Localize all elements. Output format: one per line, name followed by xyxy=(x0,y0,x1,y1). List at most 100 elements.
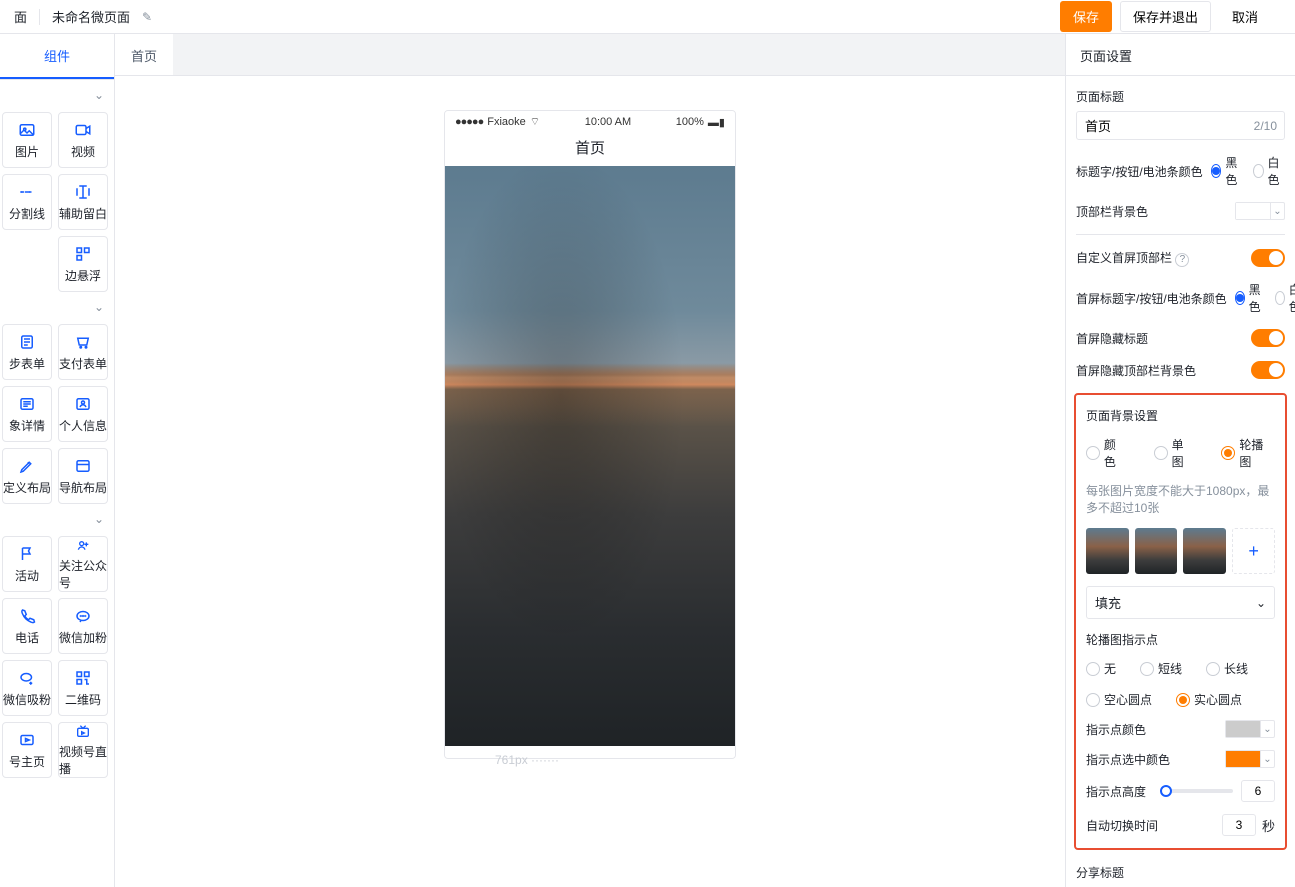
auto-switch-input[interactable] xyxy=(1222,814,1256,836)
comp-step-form[interactable]: 步表单 xyxy=(2,324,52,380)
divider xyxy=(1076,234,1285,235)
radio-label: 单图 xyxy=(1172,436,1196,470)
comp-grid-marketing: 活动 关注公众号 电话 微信加粉 微信吸粉 二维码 号主页 视频号直播 xyxy=(0,534,114,778)
radio-ind-short[interactable]: 短线 xyxy=(1140,660,1182,677)
comp-phone[interactable]: 电话 xyxy=(2,598,52,654)
comp-follow[interactable]: 关注公众号 xyxy=(58,536,108,592)
input-wrap: 2/10 xyxy=(1076,111,1285,140)
cancel-button[interactable]: 取消 xyxy=(1219,1,1271,32)
status-left: ●●●●● Fxiaoke ⌔ xyxy=(455,115,540,129)
comp-label: 个人信息 xyxy=(59,417,107,434)
comp-label: 步表单 xyxy=(9,355,45,372)
save-button[interactable]: 保存 xyxy=(1060,1,1112,32)
qrcode-icon xyxy=(74,669,92,687)
thumb-1[interactable] xyxy=(1086,528,1129,574)
select-value: 填充 xyxy=(1095,593,1121,612)
color-picker[interactable]: ⌄ xyxy=(1225,750,1275,768)
comp-nav-layout[interactable]: 导航布局 xyxy=(58,448,108,504)
comp-detail[interactable]: 象详情 xyxy=(2,386,52,442)
comp-wechat[interactable]: 微信加粉 xyxy=(58,598,108,654)
comp-profile[interactable]: 个人信息 xyxy=(58,386,108,442)
sidebar-tabs: 组件 xyxy=(0,34,114,80)
canvas-tab-home[interactable]: 首页 xyxy=(115,34,173,75)
slider-handle[interactable] xyxy=(1160,785,1172,797)
comp-label: 象详情 xyxy=(9,417,45,434)
color-picker[interactable]: ⌄ xyxy=(1225,720,1275,738)
comp-pay-form[interactable]: 支付表单 xyxy=(58,324,108,380)
radio-black[interactable]: 黑色 xyxy=(1211,154,1243,188)
label: 首屏隐藏顶部栏背景色 xyxy=(1076,362,1196,379)
cart-icon xyxy=(74,333,92,351)
help-icon[interactable]: ? xyxy=(1175,253,1189,267)
field-topbar-bg: 顶部栏背景色 ⌄ xyxy=(1076,202,1285,220)
channel-icon xyxy=(18,731,36,749)
radio-label: 无 xyxy=(1104,660,1116,677)
sidebar-section-basic: ⌄ 图片 视频 分割线 辅助留白 边悬浮 xyxy=(0,80,114,292)
radio-ind-solid[interactable]: 实心圆点 xyxy=(1176,691,1242,708)
comp-float[interactable]: 边悬浮 xyxy=(58,236,108,292)
add-thumb-button[interactable]: + xyxy=(1232,528,1275,574)
comp-channel-live[interactable]: 视频号直播 xyxy=(58,722,108,778)
sidebar-section-marketing: ⌄ 活动 关注公众号 电话 微信加粉 微信吸粉 二维码 号主页 视频号直播 xyxy=(0,504,114,778)
comp-video[interactable]: 视频 xyxy=(58,112,108,168)
radio-ind-long[interactable]: 长线 xyxy=(1206,660,1248,677)
section-toggle[interactable]: ⌄ xyxy=(0,292,114,322)
status-time: 10:00 AM xyxy=(585,116,631,128)
comp-grid-basic: 图片 视频 分割线 辅助留白 边悬浮 xyxy=(0,110,114,292)
comp-wechat-fans[interactable]: 微信吸粉 xyxy=(2,660,52,716)
height-slider[interactable] xyxy=(1164,789,1233,793)
comp-channel-home[interactable]: 号主页 xyxy=(2,722,52,778)
radio-label: 颜色 xyxy=(1104,436,1128,470)
tab-components[interactable]: 组件 xyxy=(0,34,114,79)
label: 指示点选中颜色 xyxy=(1086,751,1170,768)
radio-white[interactable]: 白色 xyxy=(1253,154,1285,188)
fill-mode-select[interactable]: 填充⌄ xyxy=(1086,586,1275,619)
app-icon-label: 面 xyxy=(14,7,27,26)
comp-image[interactable]: 图片 xyxy=(2,112,52,168)
section-toggle[interactable]: ⌄ xyxy=(0,80,114,110)
edit-icon[interactable]: ✎ xyxy=(142,10,152,24)
label: 自动切换时间 xyxy=(1086,817,1158,834)
comp-spacer[interactable]: 辅助留白 xyxy=(58,174,108,230)
comp-label: 辅助留白 xyxy=(59,205,107,222)
radio-ind-hollow[interactable]: 空心圆点 xyxy=(1086,691,1152,708)
thumb-2[interactable] xyxy=(1135,528,1178,574)
radio-group: 黑色 白色 xyxy=(1235,281,1295,315)
color-picker[interactable]: ⌄ xyxy=(1235,202,1285,220)
radio-black[interactable]: 黑色 xyxy=(1235,281,1265,315)
radio-carousel[interactable]: 轮播图 xyxy=(1221,436,1275,470)
separator xyxy=(39,9,40,25)
comp-qrcode[interactable]: 二维码 xyxy=(58,660,108,716)
sidebar-section-forms: ⌄ 步表单 支付表单 象详情 个人信息 定义布局 导航布局 xyxy=(0,292,114,504)
section-toggle[interactable]: ⌄ xyxy=(0,504,114,534)
switch-hide-bg[interactable] xyxy=(1251,361,1285,379)
radio-label: 长线 xyxy=(1224,660,1248,677)
switch-custom-first[interactable] xyxy=(1251,249,1285,267)
label: 页面标题 xyxy=(1076,88,1285,105)
app-header: 面 未命名微页面 ✎ 保存 保存并退出 取消 xyxy=(0,0,1295,34)
comp-divider[interactable]: 分割线 xyxy=(2,174,52,230)
comp-label: 视频 xyxy=(71,143,95,160)
radio-label: 空心圆点 xyxy=(1104,691,1152,708)
radio-color[interactable]: 颜色 xyxy=(1086,436,1128,470)
detail-icon xyxy=(18,395,36,413)
radio-single[interactable]: 单图 xyxy=(1154,436,1196,470)
phone-page-title: 首页 xyxy=(445,133,735,166)
radio-label: 白色 xyxy=(1289,281,1295,315)
phone-icon xyxy=(18,607,36,625)
video-icon xyxy=(74,121,92,139)
unit: 秒 xyxy=(1262,816,1275,835)
height-input[interactable] xyxy=(1241,780,1275,802)
thumb-3[interactable] xyxy=(1183,528,1226,574)
switch-hide-title[interactable] xyxy=(1251,329,1285,347)
radio-label: 白色 xyxy=(1268,154,1285,188)
comp-activity[interactable]: 活动 xyxy=(2,536,52,592)
radio-white[interactable]: 白色 xyxy=(1275,281,1295,315)
phone-preview[interactable]: ●●●●● Fxiaoke ⌔ 10:00 AM 100% ▬▮ 首页 xyxy=(444,110,736,759)
radio-ind-none[interactable]: 无 xyxy=(1086,660,1116,677)
save-exit-button[interactable]: 保存并退出 xyxy=(1120,1,1211,32)
header-right: 保存 保存并退出 取消 xyxy=(1060,1,1271,32)
comp-custom-layout[interactable]: 定义布局 xyxy=(2,448,52,504)
chat-plus-icon xyxy=(18,669,36,687)
page-name: 未命名微页面 xyxy=(52,7,130,26)
